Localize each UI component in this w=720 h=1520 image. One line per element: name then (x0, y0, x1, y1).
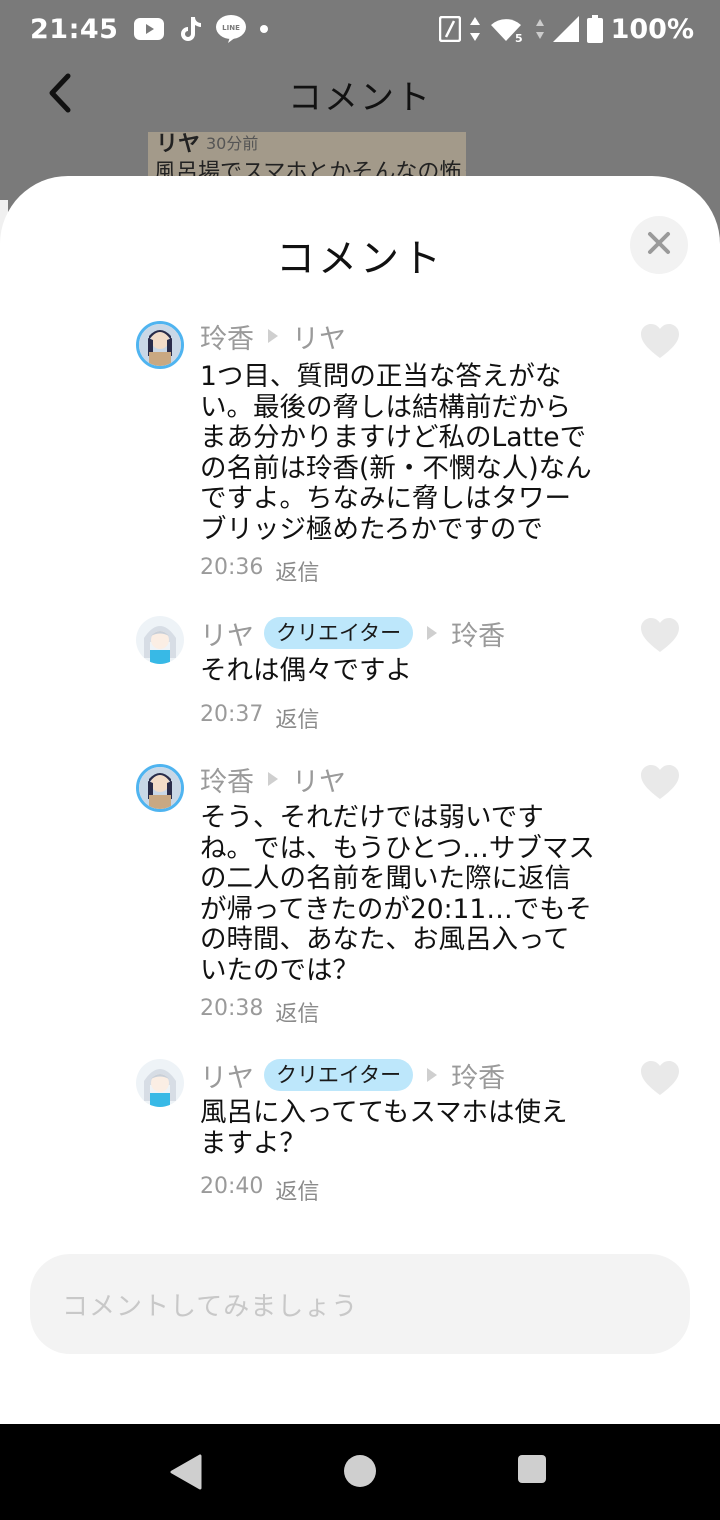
background-header: コメント (0, 58, 720, 130)
reply-arrow-icon (427, 626, 438, 640)
background-page-title: コメント (288, 77, 432, 118)
line-icon: LINE (216, 15, 247, 43)
data-arrows-icon (469, 16, 481, 42)
comment-meta: 20:36 返信 (200, 555, 319, 587)
status-bar: 21:45 LINE 5 100% (0, 0, 720, 58)
dot-icon (260, 25, 269, 33)
reply-arrow-icon (268, 329, 278, 343)
wifi-icon: 5 (489, 15, 527, 43)
nav-recents-icon[interactable] (517, 1454, 547, 1488)
comment-sheet: コメント 玲香 リヤ 1つ目、質問の正当な答えがな い。最後の脅しは結構前だから… (0, 176, 720, 1424)
system-icons: 5 100% (438, 13, 694, 45)
heart-icon[interactable] (640, 765, 680, 801)
comment-text: 風呂に入っててもスマホは使え ますよ？ (200, 1097, 568, 1159)
comment-author[interactable]: リヤ (200, 1056, 254, 1095)
comment-meta: 20:38 返信 (200, 996, 319, 1028)
reply-button[interactable]: 返信 (275, 996, 319, 1028)
comment-author[interactable]: 玲香 (200, 317, 254, 356)
svg-text:LINE: LINE (223, 24, 241, 32)
tiktok-icon (178, 15, 202, 43)
avatar-riya[interactable] (136, 1059, 184, 1107)
creator-badge: クリエイター (264, 617, 414, 649)
reply-to-name[interactable]: 玲香 (451, 614, 505, 653)
heart-icon[interactable] (640, 1061, 680, 1097)
arrows-small-icon (535, 17, 545, 41)
reply-arrow-icon (427, 1068, 438, 1082)
comment-time: 20:38 (200, 996, 264, 1021)
battery-level: 100% (610, 13, 694, 45)
comment-time: 20:37 (200, 702, 264, 727)
reply-to-name[interactable]: リヤ (292, 760, 346, 799)
comment-text: そう、それだけでは弱いです ね。では、もうひとつ…サブマス の二人の名前を聞いた… (200, 802, 595, 986)
comment-author[interactable]: リヤ (200, 614, 254, 653)
reply-button[interactable]: 返信 (275, 702, 319, 734)
navigation-bar (0, 1424, 720, 1520)
avatar-reika[interactable] (136, 321, 184, 369)
nav-back-icon[interactable] (170, 1454, 202, 1494)
comment-text: それは偶々ですよ (200, 655, 412, 686)
nfc-icon (438, 16, 461, 42)
avatar-riya[interactable] (136, 616, 184, 664)
nav-home-icon[interactable] (343, 1454, 377, 1492)
heart-icon[interactable] (640, 324, 680, 360)
avatar-reika[interactable] (136, 764, 184, 812)
battery-icon (586, 15, 603, 43)
peek-time: 30分前 (206, 134, 259, 153)
comment-input-placeholder: コメントしてみましょう (62, 1291, 359, 1322)
status-time: 21:45 (30, 13, 119, 45)
comment-header: 玲香 リヤ (200, 760, 346, 799)
youtube-icon (134, 18, 165, 40)
heart-icon[interactable] (640, 618, 680, 654)
reply-arrow-icon (268, 772, 278, 786)
comment-header: リヤ クリエイター 玲香 (200, 614, 505, 653)
signal-icon (552, 16, 579, 42)
comment-header: リヤ クリエイター 玲香 (200, 1056, 505, 1095)
close-button[interactable] (630, 216, 688, 274)
comment-author[interactable]: 玲香 (200, 760, 254, 799)
comment-input[interactable]: コメントしてみましょう (30, 1254, 690, 1354)
close-icon (647, 231, 671, 259)
comment-time: 20:36 (200, 555, 264, 580)
comment-header: 玲香 リヤ (200, 317, 346, 356)
reply-button[interactable]: 返信 (275, 1174, 319, 1206)
notification-icons: LINE (134, 15, 269, 43)
background-comment-peek: リヤ 30分前 風呂場でスマホとかそんなの怖く (148, 132, 466, 180)
comment-meta: 20:37 返信 (200, 702, 319, 734)
network-label: 5 (515, 32, 523, 43)
comment-text: 1つ目、質問の正当な答えがな い。最後の脅しは結構前だから まあ分かりますけど私… (200, 361, 592, 545)
comment-meta: 20:40 返信 (200, 1174, 319, 1206)
comment-time: 20:40 (200, 1174, 264, 1199)
reply-to-name[interactable]: 玲香 (451, 1056, 505, 1095)
reply-button[interactable]: 返信 (275, 555, 319, 587)
creator-badge: クリエイター (264, 1059, 414, 1091)
sheet-title: コメント (275, 237, 444, 282)
reply-to-name[interactable]: リヤ (292, 317, 346, 356)
back-arrow-icon[interactable] (44, 72, 76, 118)
